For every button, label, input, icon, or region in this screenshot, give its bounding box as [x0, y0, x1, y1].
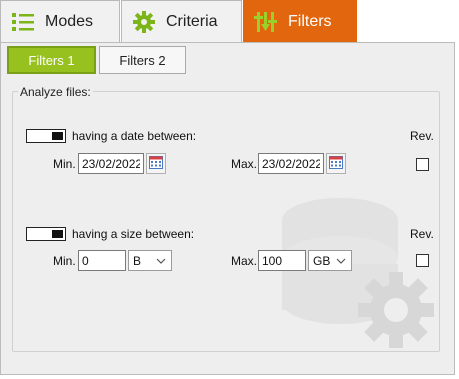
tab-filters-label: Filters: [288, 12, 332, 30]
date-min-input[interactable]: [78, 153, 144, 174]
analyze-files-title: Analyze files:: [18, 85, 93, 99]
size-min-label: Min.: [53, 254, 76, 268]
tab-filters-2[interactable]: Filters 2: [99, 46, 186, 74]
date-filter-toggle[interactable]: [26, 129, 66, 143]
tab-filters-1[interactable]: Filters 1: [7, 46, 96, 74]
date-rev-checkbox[interactable]: [416, 158, 429, 171]
size-filter-toggle[interactable]: [26, 227, 66, 241]
tab-filters-1-label: Filters 1: [28, 52, 75, 68]
date-filter-label: having a date between:: [72, 129, 197, 143]
tab-criteria-label: Criteria: [166, 12, 218, 30]
filter-funnel-icon: [254, 10, 278, 34]
gear-icon: [132, 10, 156, 34]
calendar-icon: [149, 155, 163, 172]
date-min-label: Min.: [53, 157, 76, 171]
size-max-unit-select[interactable]: GB: [308, 250, 352, 271]
date-rev-label: Rev.: [410, 129, 434, 143]
size-rev-label: Rev.: [410, 227, 434, 241]
calendar-icon: [329, 155, 343, 172]
tab-filters-2-label: Filters 2: [119, 52, 166, 68]
size-min-unit-value: B: [133, 253, 142, 268]
date-max-calendar-button[interactable]: [326, 153, 346, 174]
tab-criteria[interactable]: Criteria: [121, 0, 242, 42]
date-min-calendar-button[interactable]: [146, 153, 166, 174]
toggle-knob: [52, 230, 63, 238]
database-gear-icon: [278, 192, 438, 352]
size-max-unit-value: GB: [313, 253, 331, 268]
size-max-label: Max.: [231, 254, 258, 268]
size-min-input[interactable]: [78, 250, 126, 271]
chevron-down-icon: [336, 255, 346, 265]
size-filter-label: having a size between:: [72, 227, 195, 241]
chevron-down-icon: [156, 255, 166, 265]
toggle-knob: [52, 132, 63, 140]
size-min-unit-select[interactable]: B: [128, 250, 172, 271]
date-max-label: Max.: [231, 157, 258, 171]
list-icon: [11, 10, 35, 34]
tab-modes-label: Modes: [45, 12, 94, 30]
tab-modes[interactable]: Modes: [0, 0, 120, 42]
size-rev-checkbox[interactable]: [416, 254, 429, 267]
size-max-input[interactable]: [258, 250, 306, 271]
date-max-input[interactable]: [258, 153, 324, 174]
tab-filters[interactable]: Filters: [243, 0, 357, 42]
